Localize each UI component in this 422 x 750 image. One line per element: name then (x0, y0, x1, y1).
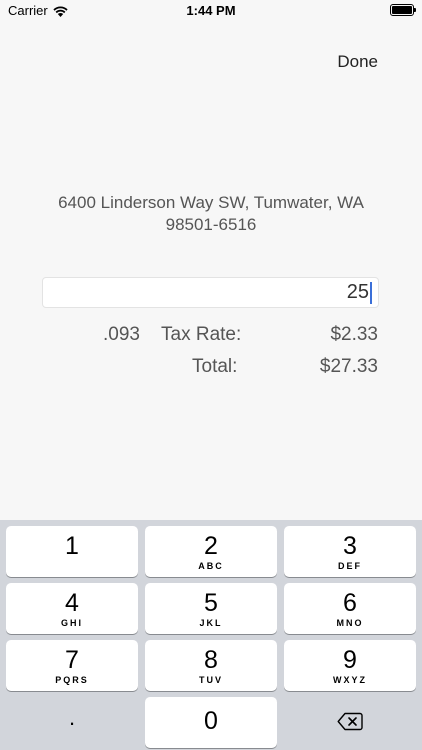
battery-icon (390, 4, 416, 16)
numeric-keypad: 1 2 ABC 3 DEF 4 GHI 5 JKL 6 MNO 7 PQRS 8 TUV 9W… (0, 520, 422, 750)
key-0[interactable]: 0 (145, 697, 277, 748)
key-5[interactable]: 5 JKL (145, 583, 277, 634)
key-digit: 7 (65, 646, 79, 674)
key-digit: 5 (204, 589, 218, 617)
key-9[interactable]: 9 WXYZ (284, 640, 416, 691)
key-digit: 9 (343, 646, 357, 674)
key-letters: PQRS (55, 675, 89, 685)
key-letters: WXYZ (333, 675, 367, 685)
key-8[interactable]: 8 TUV (145, 640, 277, 691)
key-digit: 4 (65, 589, 79, 617)
total-label: Total: (192, 356, 238, 377)
key-letters: MNO (336, 618, 364, 628)
amount-input[interactable]: 25 (42, 277, 379, 308)
address-line-1: 6400 Linderson Way SW, Tumwater, WA (58, 193, 364, 212)
key-digit: 6 (343, 589, 357, 617)
key-3[interactable]: 3 DEF (284, 526, 416, 577)
key-letters: JKL (199, 618, 223, 628)
total-amount: $27.33 (319, 356, 378, 377)
key-letters: TUV (199, 675, 223, 685)
backspace-icon (337, 712, 363, 736)
clock: 1:44 PM (186, 3, 236, 18)
key-1[interactable]: 1 (6, 526, 138, 577)
key-digit: 2 (204, 532, 218, 560)
delete-key[interactable] (284, 697, 416, 748)
done-button[interactable]: Done (337, 52, 378, 72)
key-digit: 3 (343, 532, 357, 560)
tax-amount: $2.33 (330, 324, 378, 345)
key-digit: 1 (65, 532, 79, 560)
key-digit: 8 (204, 646, 218, 674)
key-2[interactable]: 2 ABC (145, 526, 277, 577)
key-decimal[interactable]: . (6, 697, 138, 748)
key-7[interactable]: 7 PQRS (6, 640, 138, 691)
address-line-2: 98501-6516 (165, 215, 257, 234)
key-letters: GHI (60, 618, 83, 628)
key-digit: . (68, 705, 76, 730)
text-cursor (370, 281, 372, 304)
key-4[interactable]: 4 GHI (6, 583, 138, 634)
key-6[interactable]: 6 MNO (284, 583, 416, 634)
key-digit: 0 (204, 707, 218, 735)
tax-rate-label: Tax Rate: (161, 324, 242, 345)
status-bar: Carrier 1:44 PM (0, 0, 422, 22)
key-letters: DEF (338, 561, 362, 571)
address-text: 6400 Linderson Way SW, Tumwater, WA 9850… (30, 192, 392, 236)
tax-rate-value: .093 (103, 324, 140, 345)
amount-value: 25 (346, 281, 369, 303)
key-letters: ABC (198, 561, 224, 571)
